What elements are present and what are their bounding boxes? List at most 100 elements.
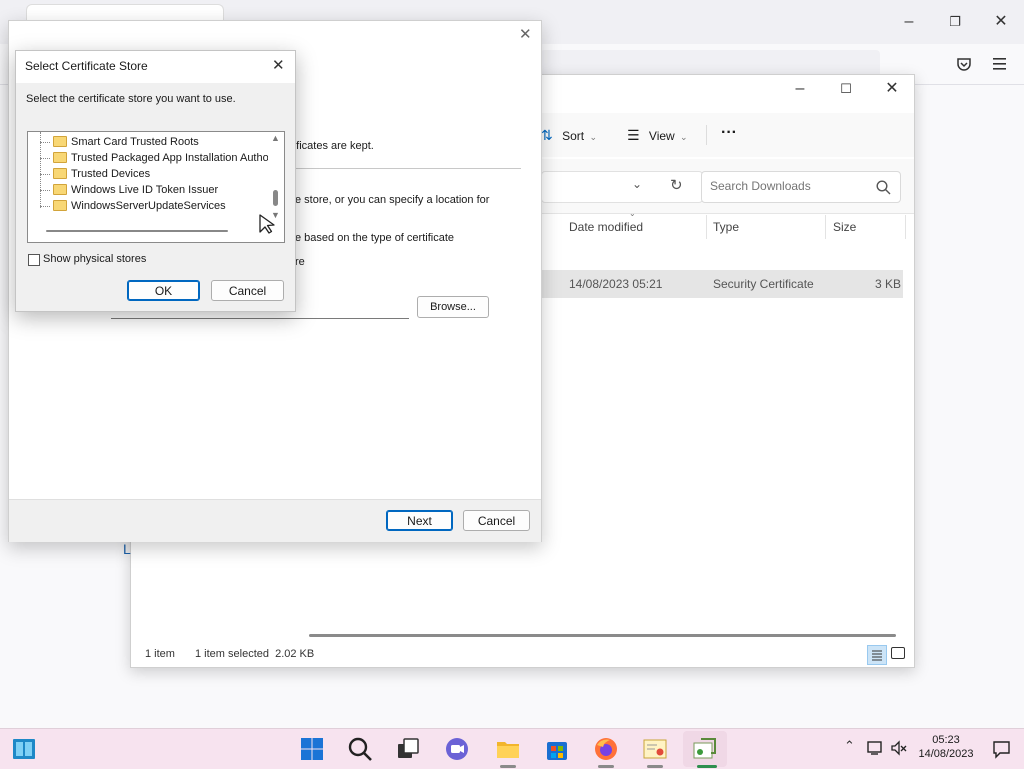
tree-item-store[interactable]: WindowsServerUpdateServices — [53, 198, 226, 214]
clock-date: 14/08/2023 — [918, 748, 974, 760]
more-options-button[interactable]: ··· — [721, 113, 737, 157]
explorer-minimize-icon[interactable]: – — [777, 67, 823, 111]
scroll-up-icon[interactable]: ▲ — [271, 133, 280, 143]
folder-icon — [53, 200, 67, 211]
tree-horizontal-scrollbar[interactable] — [46, 230, 228, 232]
file-explorer-icon[interactable] — [494, 735, 522, 763]
sort-button[interactable]: ⇅ Sort ⌄ — [541, 113, 597, 157]
wizard-text-re: re — [295, 256, 305, 268]
file-date-modified: 14/08/2023 05:21 — [569, 277, 663, 291]
wizard-close-icon[interactable]: ✕ — [519, 25, 532, 43]
refresh-icon[interactable]: ↻ — [670, 176, 683, 194]
column-separator[interactable] — [825, 215, 826, 239]
menu-icon[interactable] — [992, 57, 1008, 71]
search-input[interactable] — [708, 178, 872, 194]
column-date-modified[interactable]: Date modified — [569, 215, 643, 239]
wizard-cancel-button[interactable]: Cancel — [463, 510, 530, 531]
search-icon[interactable] — [876, 180, 891, 195]
status-selection: 1 item selected 2.02 KB — [195, 648, 315, 660]
folder-icon — [53, 152, 67, 163]
nav-pane-fragment[interactable]: L — [123, 541, 131, 557]
chat-icon[interactable] — [443, 735, 471, 763]
view-button[interactable]: ☰ View ⌄ — [627, 113, 688, 157]
wizard-text-store: e store, or you can specify a location f… — [295, 194, 490, 206]
explorer-maximize-icon[interactable]: ☐ — [823, 67, 869, 111]
pocket-icon[interactable] — [956, 56, 972, 72]
column-type[interactable]: Type — [713, 215, 739, 239]
certificate-manager-icon[interactable] — [691, 735, 719, 763]
folder-icon — [53, 168, 67, 179]
clock-time: 05:23 — [932, 734, 960, 746]
network-icon[interactable] — [866, 739, 884, 757]
sort-indicator-icon: ⌄ — [629, 209, 636, 218]
column-separator[interactable] — [706, 215, 707, 239]
search-icon[interactable] — [346, 735, 374, 763]
show-physical-stores-label: Show physical stores — [43, 253, 147, 265]
toolbar-divider — [706, 125, 707, 145]
wizard-footer: Next Cancel — [9, 499, 541, 542]
tree-connector — [40, 158, 50, 160]
column-size[interactable]: Size — [833, 215, 856, 239]
folder-icon — [53, 136, 67, 147]
tree-connector — [40, 190, 50, 192]
status-bar: 1 item 1 item selected 2.02 KB — [131, 643, 914, 667]
dialog-instruction: Select the certificate store you want to… — [26, 93, 236, 105]
ok-button[interactable]: OK — [127, 280, 200, 301]
column-separator[interactable] — [905, 215, 906, 239]
tree-item-label: Windows Live ID Token Issuer — [71, 184, 219, 196]
browse-button[interactable]: Browse... — [417, 296, 489, 318]
file-type: Security Certificate — [713, 277, 814, 291]
horizontal-scrollbar[interactable] — [309, 634, 896, 637]
explorer-close-icon[interactable]: ✕ — [869, 67, 915, 111]
tree-item-label: Smart Card Trusted Roots — [71, 136, 199, 148]
search-box[interactable] — [701, 171, 901, 203]
tree-vertical-scrollbar[interactable]: ▲ ▼ — [268, 132, 283, 226]
chevron-down-icon[interactable]: ⌄ — [632, 177, 642, 191]
details-view-icon[interactable] — [867, 645, 887, 665]
file-size: 3 KB — [875, 277, 902, 291]
volume-muted-icon[interactable] — [890, 739, 908, 757]
tree-connector — [40, 142, 50, 144]
dialog-titlebar: Select Certificate Store ✕ — [16, 51, 295, 83]
view-icon: ☰ — [627, 127, 640, 143]
tree-connector — [40, 174, 50, 176]
next-button[interactable]: Next — [386, 510, 453, 531]
restore-icon[interactable]: ❐ — [932, 0, 978, 44]
minimize-icon[interactable]: – — [886, 0, 932, 44]
close-icon[interactable]: ✕ — [978, 0, 1024, 44]
show-physical-stores-checkbox[interactable] — [28, 254, 40, 266]
tree-item-store[interactable]: Trusted Devices — [53, 166, 150, 182]
taskbar: ⌃ 05:23 14/08/2023 — [0, 728, 1024, 769]
clock[interactable]: 05:23 14/08/2023 — [918, 734, 974, 760]
address-bar[interactable]: ⌄ ↻ — [541, 171, 703, 203]
chevron-down-icon: ⌄ — [680, 132, 688, 142]
firefox-icon[interactable] — [592, 735, 620, 763]
show-hidden-icons-icon[interactable]: ⌃ — [844, 738, 855, 754]
store-tree[interactable]: Smart Card Trusted Roots Trusted Package… — [27, 131, 285, 243]
view-label: View — [648, 129, 675, 143]
tree-item-label: WindowsServerUpdateServices — [71, 200, 226, 212]
widgets-icon[interactable] — [10, 735, 38, 763]
start-icon[interactable] — [298, 735, 326, 763]
dialog-cancel-button[interactable]: Cancel — [211, 280, 284, 301]
tree-connector — [40, 206, 50, 208]
folder-icon — [53, 184, 67, 195]
tree-item-label: Trusted Packaged App Installation Autho — [71, 152, 269, 164]
certificate-icon[interactable] — [641, 735, 669, 763]
scroll-thumb[interactable] — [273, 190, 278, 206]
notifications-icon[interactable] — [992, 739, 1012, 759]
dialog-title: Select Certificate Store — [25, 59, 148, 73]
chevron-down-icon: ⌄ — [589, 132, 597, 142]
tree-item-store[interactable]: Smart Card Trusted Roots — [53, 134, 199, 150]
sort-icon: ⇅ — [541, 127, 553, 143]
tree-item-store[interactable]: Windows Live ID Token Issuer — [53, 182, 219, 198]
mouse-cursor-icon — [259, 214, 275, 234]
dialog-close-icon[interactable]: ✕ — [272, 56, 285, 74]
tiles-view-icon[interactable] — [891, 647, 905, 659]
store-icon[interactable] — [543, 735, 571, 763]
tree-item-store[interactable]: Trusted Packaged App Installation Autho — [53, 150, 269, 166]
select-certificate-store-dialog: Select Certificate Store ✕ Select the ce… — [15, 50, 296, 312]
task-view-icon[interactable] — [394, 735, 422, 763]
status-item-count: 1 item — [145, 648, 175, 660]
wizard-text-kept: rtificates are kept. — [287, 140, 374, 152]
